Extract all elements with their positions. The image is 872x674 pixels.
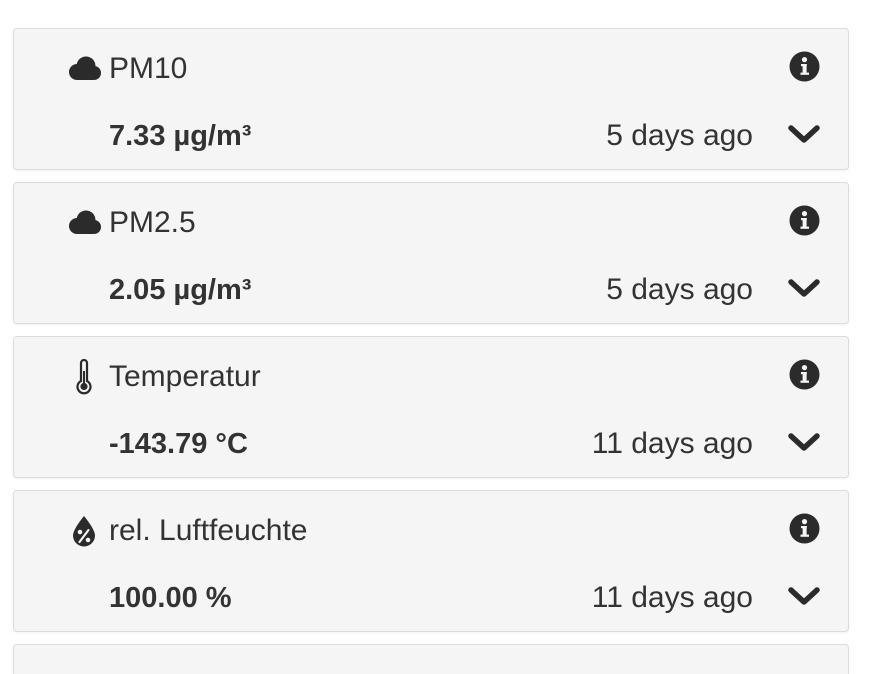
chevron-down-icon[interactable]	[787, 275, 821, 301]
info-icon[interactable]	[789, 513, 820, 544]
info-icon[interactable]	[789, 51, 820, 82]
sensor-card-humidity: rel. Luftfeuchte 100.00 % 11 days ago	[13, 490, 849, 632]
sensor-card-pm25: PM2.5 2.05 µg/m³ 5 days ago	[13, 182, 849, 324]
chevron-down-icon[interactable]	[787, 583, 821, 609]
sensor-value: 100.00 %	[109, 582, 232, 614]
sensor-last-update: 11 days ago	[591, 581, 753, 614]
info-icon[interactable]	[789, 205, 820, 236]
sensor-card-temperature: Temperatur -143.79 °C 11 days ago	[13, 336, 849, 478]
sensor-title: Temperatur	[109, 360, 261, 393]
thermometer-icon	[66, 359, 102, 395]
sensor-title: PM10	[109, 52, 188, 85]
sensor-list: PM10 7.33 µg/m³ 5 days ago PM2.5 2.05 µg…	[13, 28, 851, 674]
sensor-last-update: 5 days ago	[606, 273, 753, 306]
cloud-icon	[66, 207, 102, 239]
sensor-card-next-partial	[13, 644, 849, 674]
sensor-value: -143.79 °C	[109, 428, 248, 460]
sensor-last-update: 5 days ago	[606, 119, 753, 152]
sensor-value: 7.33 µg/m³	[109, 120, 252, 152]
chevron-down-icon[interactable]	[787, 121, 821, 147]
sensor-value: 2.05 µg/m³	[109, 274, 252, 306]
info-icon[interactable]	[789, 359, 820, 390]
humidity-drop-icon	[66, 515, 102, 547]
cloud-icon	[66, 53, 102, 85]
sensor-last-update: 11 days ago	[591, 427, 753, 460]
sensor-title: rel. Luftfeuchte	[109, 514, 308, 547]
sensor-title: PM2.5	[109, 206, 196, 239]
chevron-down-icon[interactable]	[787, 429, 821, 455]
sensor-card-pm10: PM10 7.33 µg/m³ 5 days ago	[13, 28, 849, 170]
